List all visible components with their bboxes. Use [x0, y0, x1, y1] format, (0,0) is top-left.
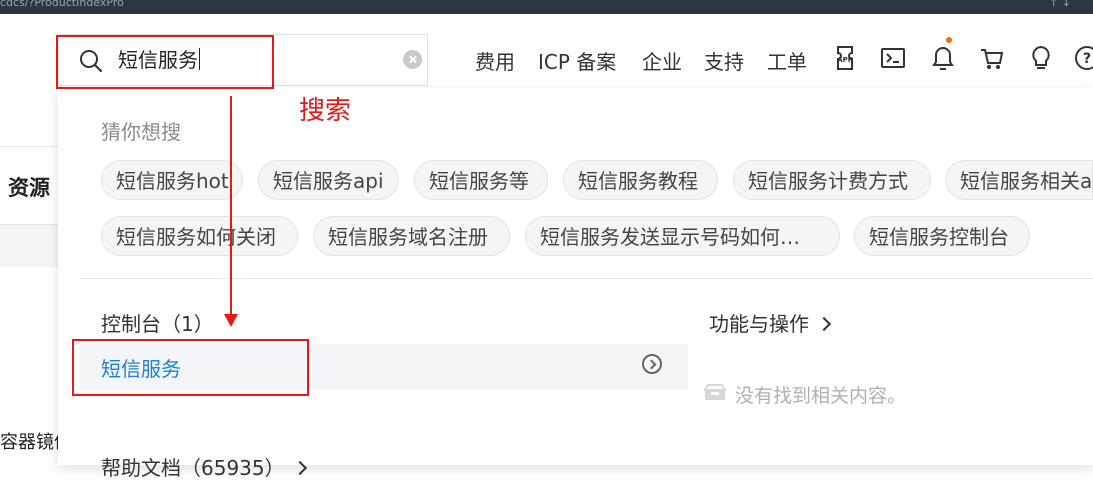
resources-title: 资源 — [8, 176, 50, 200]
suggestion-chip[interactable]: 短信服务控制台 — [854, 216, 1030, 256]
notification-dot — [946, 37, 952, 43]
svg-text:APP: APP — [837, 56, 853, 64]
suggestion-chip[interactable]: 短信服务hot — [101, 160, 243, 200]
help-title-text: 帮助文档（65935） — [101, 456, 285, 480]
functions-title-text: 功能与操作 — [709, 312, 809, 336]
suggestion-chip[interactable]: 短信服务计费方式 — [733, 160, 931, 200]
suggestion-chip[interactable]: 短信服务发送显示号码如何… — [525, 216, 840, 256]
search-annotation: 搜索 — [299, 96, 352, 126]
arrow-right-circle-icon[interactable] — [642, 354, 662, 374]
nav-support[interactable]: 支持 — [704, 46, 744, 75]
nav-enterprise[interactable]: 企业 — [642, 46, 682, 75]
chevron-right-icon — [816, 316, 832, 332]
left-panel — [0, 104, 58, 465]
annotation-arrow-line — [230, 96, 232, 318]
lightbulb-icon[interactable] — [1028, 44, 1054, 72]
left-band — [0, 224, 58, 267]
left-divider — [0, 146, 58, 147]
app-icon[interactable]: APP — [832, 44, 858, 72]
help-icon[interactable]: ? — [1074, 44, 1093, 72]
suggestion-chip[interactable]: 短信服务教程 — [563, 160, 718, 200]
suggestion-chip[interactable]: 短信服务api — [258, 160, 399, 200]
result-highlight-box — [72, 339, 309, 396]
url-fragment: cdcs/?ProductIndexPro — [0, 0, 124, 9]
suggestions-title: 猜你想搜 — [101, 120, 181, 144]
functions-section-title[interactable]: 功能与操作 — [709, 308, 832, 337]
browser-top-strip: cdcs/?ProductIndexPro ↑ ↓ — [0, 0, 1093, 14]
search-highlight-box — [56, 35, 274, 89]
empty-box-icon — [703, 384, 727, 400]
nav-fee[interactable]: 费用 — [475, 46, 515, 75]
console-section-title: 控制台（1） — [101, 312, 214, 336]
browser-top-icons: ↑ ↓ — [1049, 0, 1071, 9]
suggestion-chip[interactable]: 短信服务等 — [414, 160, 548, 200]
empty-message: 没有找到相关内容。 — [735, 385, 907, 407]
clear-icon[interactable] — [403, 50, 422, 69]
svg-text:?: ? — [1083, 51, 1091, 67]
terminal-icon[interactable] — [880, 44, 906, 72]
suggestion-chip[interactable]: 短信服务如何关闭 — [101, 216, 298, 256]
annotation-arrow-head — [224, 314, 238, 327]
cart-icon[interactable] — [979, 44, 1005, 72]
bell-icon[interactable] — [930, 44, 956, 72]
search-dropdown — [58, 88, 1093, 465]
nav-icp[interactable]: ICP 备案 — [538, 46, 616, 75]
suggestion-chip[interactable]: 短信服务域名注册 — [313, 216, 510, 256]
help-section-title[interactable]: 帮助文档（65935） — [101, 452, 307, 481]
chevron-right-icon — [292, 460, 307, 476]
nav-ticket[interactable]: 工单 — [767, 46, 807, 75]
suggestion-chip[interactable]: 短信服务相关a — [945, 160, 1093, 200]
